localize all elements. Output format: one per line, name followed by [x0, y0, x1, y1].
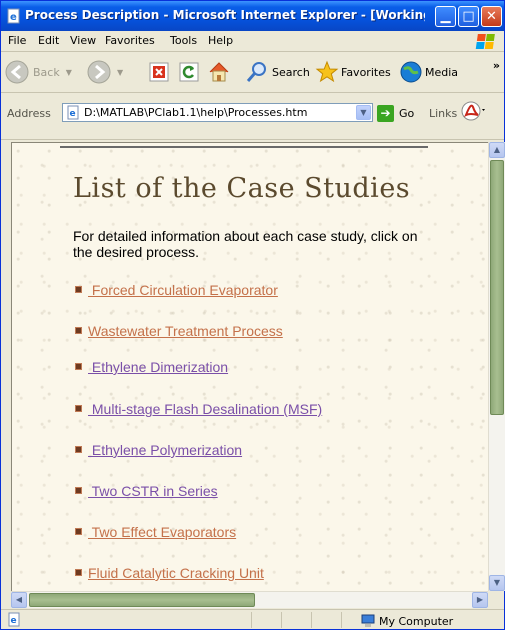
refresh-icon	[179, 62, 199, 82]
status-bar: e My Computer	[1, 609, 504, 630]
bullet-icon	[75, 327, 82, 334]
favorites-label: Favorites	[341, 65, 391, 79]
status-divider	[341, 612, 342, 628]
title-bar[interactable]: e Process Description - Microsoft Intern…	[1, 1, 504, 31]
bullet-icon	[75, 286, 82, 293]
security-zone: My Computer	[361, 614, 453, 628]
scroll-right-button[interactable]: ▶	[472, 592, 488, 608]
horizontal-scroll-thumb[interactable]	[29, 593, 255, 607]
media-globe-icon	[400, 61, 422, 83]
bullet-icon	[75, 405, 82, 412]
svg-text:e: e	[11, 616, 17, 626]
status-divider	[311, 612, 312, 628]
media-label: Media	[425, 65, 459, 79]
bullet-icon	[75, 487, 82, 494]
forward-arrow-icon	[87, 60, 111, 84]
minimize-button[interactable]: ▁	[435, 6, 456, 27]
back-button[interactable]: Back ▼	[5, 56, 72, 88]
maximize-button[interactable]: □	[458, 6, 479, 27]
browser-window: e Process Description - Microsoft Intern…	[0, 0, 505, 630]
vertical-scrollbar[interactable]: ▲ ▼	[488, 142, 505, 591]
search-button[interactable]: Search	[245, 56, 310, 88]
scroll-left-button[interactable]: ◀	[11, 592, 27, 608]
standard-toolbar: Back ▼ ▼ Search Favorites Media »	[1, 52, 504, 93]
go-arrow-icon: ➔	[377, 104, 394, 122]
media-button[interactable]: Media	[399, 56, 458, 88]
case-link-ethylene-polymerization[interactable]: Ethylene Polymerization	[88, 442, 242, 458]
page-title: List of the Case Studies	[73, 173, 411, 204]
address-dropdown-icon[interactable]: ▼	[356, 105, 371, 120]
back-arrow-icon	[5, 60, 29, 84]
case-link-fluid-catalytic-cracking[interactable]: Fluid Catalytic Cracking Unit	[88, 565, 264, 581]
refresh-button[interactable]	[178, 56, 200, 88]
page-content[interactable]: List of the Case Studies For detailed in…	[11, 142, 489, 592]
case-link-two-cstr-in-series[interactable]: Two CSTR in Series	[88, 483, 218, 499]
vertical-scroll-thumb[interactable]	[490, 160, 504, 415]
intro-text: For detailed information about each case…	[73, 228, 418, 260]
address-bar: Address e D:\MATLAB\PClab1.1\help\Proces…	[1, 93, 504, 140]
close-button[interactable]: ✕	[481, 6, 502, 27]
home-icon	[209, 62, 229, 82]
back-dropdown-icon[interactable]: ▼	[66, 68, 72, 77]
scroll-corner	[488, 591, 504, 607]
case-link-forced-circulation-evaporator[interactable]: Forced Circulation Evaporator	[88, 282, 278, 298]
menu-favorites[interactable]: Favorites	[105, 34, 155, 47]
forward-button[interactable]: ▼	[87, 56, 123, 88]
bullet-icon	[75, 363, 82, 370]
status-divider	[281, 612, 282, 628]
svg-text:e: e	[10, 12, 17, 23]
top-divider	[60, 146, 428, 148]
stop-icon	[149, 62, 169, 82]
forward-dropdown-icon[interactable]: ▼	[117, 68, 123, 77]
window-title: Process Description - Microsoft Internet…	[25, 8, 425, 22]
search-label: Search	[272, 65, 310, 79]
menu-view[interactable]: View	[70, 34, 96, 47]
my-computer-icon	[361, 614, 375, 627]
go-label: Go	[399, 106, 415, 120]
ie-page-icon: e	[7, 8, 20, 24]
bullet-icon	[75, 569, 82, 576]
address-label: Address	[7, 107, 51, 120]
search-icon	[246, 62, 266, 82]
status-divider	[251, 612, 252, 628]
bullet-icon	[75, 528, 82, 535]
bullet-icon	[75, 446, 82, 453]
scroll-up-button[interactable]: ▲	[489, 142, 505, 158]
toolbar-more-chevron[interactable]: »	[493, 59, 500, 72]
menu-file[interactable]: File	[8, 34, 26, 47]
home-button[interactable]	[207, 56, 231, 88]
page-icon: e	[67, 105, 79, 120]
address-value: D:\MATLAB\PClab1.1\help\Processes.htm	[84, 106, 308, 119]
case-link-msf-desalination[interactable]: Multi-stage Flash Desalination (MSF)	[88, 401, 322, 417]
case-link-ethylene-dimerization[interactable]: Ethylene Dimerization	[88, 359, 228, 375]
favorites-button[interactable]: Favorites	[315, 56, 391, 88]
menu-tools[interactable]: Tools	[170, 34, 197, 47]
case-link-two-effect-evaporators[interactable]: Two Effect Evaporators	[88, 524, 237, 540]
back-label: Back	[33, 65, 60, 79]
stop-button[interactable]	[148, 56, 170, 88]
acrobat-icon[interactable]	[460, 98, 486, 124]
go-button[interactable]: ➔ Go	[377, 104, 414, 122]
links-button[interactable]: Links	[429, 107, 457, 120]
page-status-icon: e	[8, 612, 20, 627]
zone-label: My Computer	[379, 614, 454, 628]
scroll-down-button[interactable]: ▼	[489, 575, 505, 591]
menu-help[interactable]: Help	[208, 34, 233, 47]
menu-edit[interactable]: Edit	[38, 34, 59, 47]
menu-bar: File Edit View Favorites Tools Help	[1, 31, 504, 52]
svg-text:e: e	[70, 109, 76, 119]
star-icon	[315, 60, 339, 83]
windows-logo-icon	[475, 34, 495, 49]
address-input[interactable]: e D:\MATLAB\PClab1.1\help\Processes.htm …	[62, 103, 373, 122]
horizontal-scrollbar[interactable]: ◀ ▶	[11, 591, 488, 608]
case-link-wastewater-treatment[interactable]: Wastewater Treatment Process	[88, 323, 283, 339]
